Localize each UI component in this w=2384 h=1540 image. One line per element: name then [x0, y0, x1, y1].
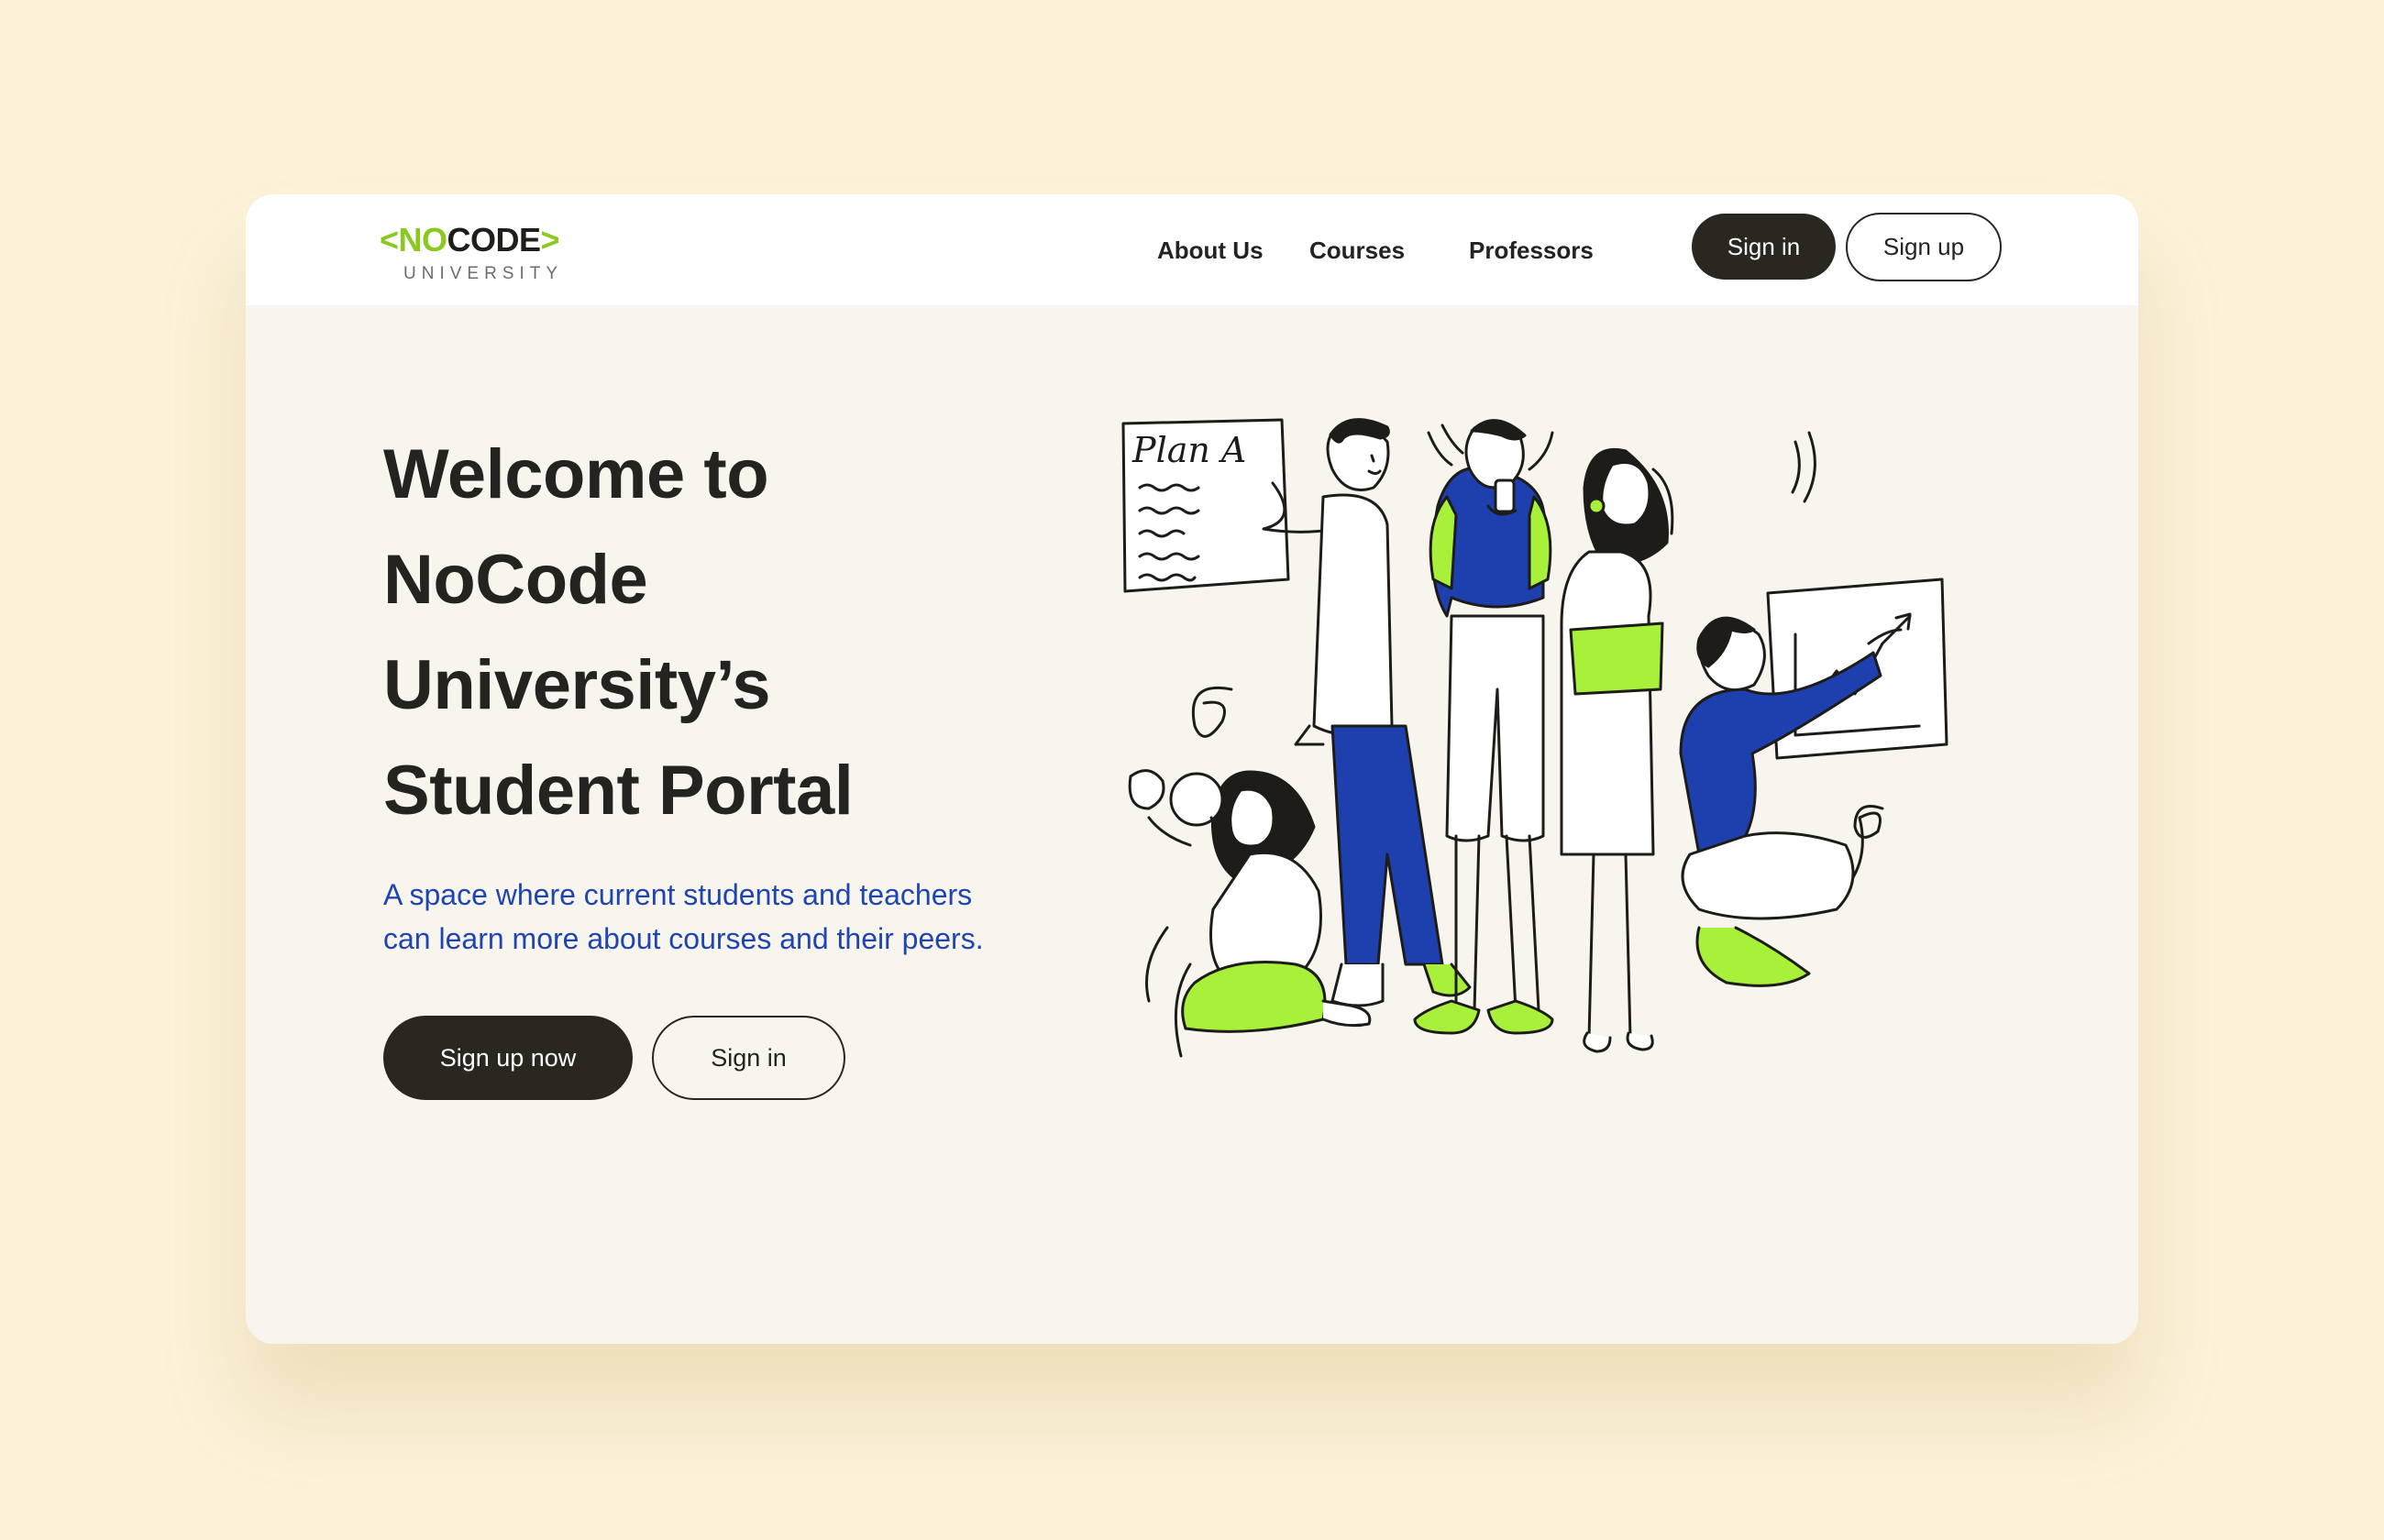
logo-right-bracket: >: [540, 221, 560, 258]
nav-sign-in-button[interactable]: Sign in: [1692, 214, 1836, 280]
motion-line: [1791, 440, 1801, 494]
top-navbar: <NOCODE> UNIVERSITY About Us Courses Pro…: [246, 194, 2138, 305]
motion-line: [1440, 424, 1464, 455]
student-with-folder: [1560, 447, 1674, 1053]
nav-sign-up-button[interactable]: Sign up: [1846, 213, 2002, 281]
hero-title-line: Welcome to: [383, 435, 769, 513]
hero-title-line: University’s: [383, 646, 771, 724]
hero-title: Welcome to NoCode University’s Student P…: [383, 422, 1025, 843]
whiteboard-text: Plan A: [1131, 430, 1246, 470]
hero-title-line: NoCode: [383, 541, 648, 619]
logo-left-bracket: <: [380, 221, 399, 258]
swirl-doodle: [1191, 686, 1233, 738]
nav-link-about-us[interactable]: About Us: [1157, 227, 1264, 273]
logo-subtitle: UNIVERSITY: [403, 264, 564, 283]
hero-subtitle-line: can learn more about courses and their p…: [383, 922, 984, 955]
hero-sign-in-button[interactable]: Sign in: [652, 1016, 845, 1100]
portal-card: <NOCODE> UNIVERSITY About Us Courses Pro…: [246, 194, 2138, 1344]
motion-line: [1528, 431, 1554, 471]
plan-a-whiteboard: Plan A: [1121, 418, 1290, 593]
students-illustration: Plan A: [1121, 418, 1948, 1058]
nav-link-courses[interactable]: Courses: [1309, 227, 1405, 273]
hero-subtitle: A space where current students and teach…: [383, 873, 1043, 961]
logo-word-code: CODE: [447, 221, 542, 258]
logo-word-no: NO: [398, 221, 448, 258]
hero-subtitle-line: A space where current students and teach…: [383, 878, 973, 911]
motion-line: [1145, 926, 1169, 1003]
hero-title-line: Student Portal: [383, 752, 854, 830]
nav-link-professors[interactable]: Professors: [1469, 227, 1594, 273]
motion-line: [1803, 431, 1816, 503]
nocode-university-logo[interactable]: <NOCODE> UNIVERSITY: [380, 214, 581, 288]
logo-wordmark: <NOCODE>: [380, 221, 560, 258]
hero-sign-up-now-button[interactable]: Sign up now: [383, 1016, 633, 1100]
